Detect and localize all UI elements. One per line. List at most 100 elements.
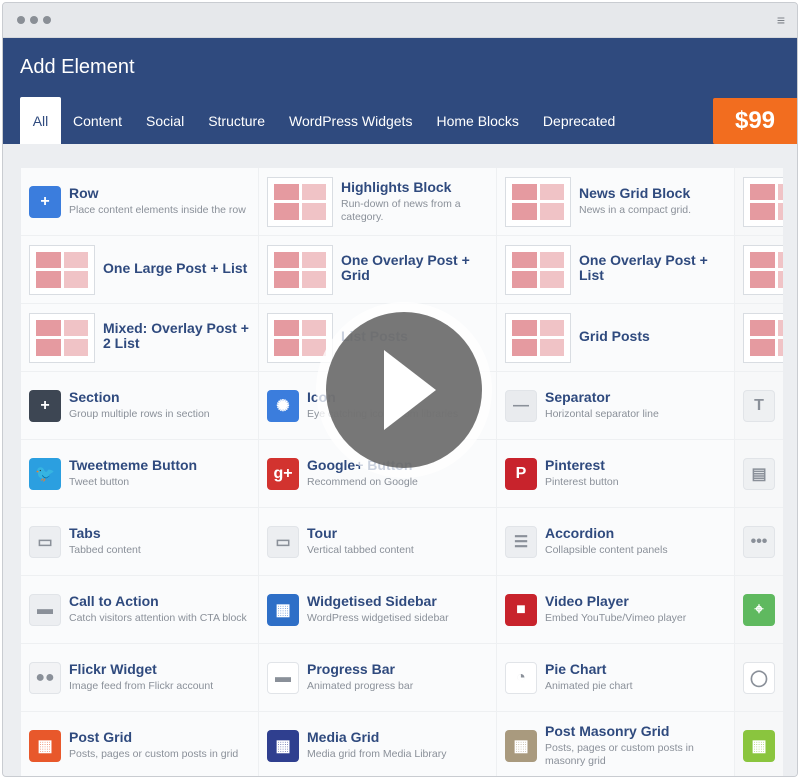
video-play-overlay[interactable] bbox=[316, 302, 492, 478]
price-badge[interactable]: $99 bbox=[713, 98, 797, 144]
window-dot-icon[interactable] bbox=[43, 16, 51, 24]
element-description: Pinterest button bbox=[545, 476, 619, 488]
element-card-text: Accordion Collapsible content panels bbox=[545, 526, 668, 557]
gear-icon: ✺ bbox=[267, 389, 299, 422]
element-card[interactable]: ▤ bbox=[735, 440, 783, 508]
tab-home-blocks[interactable]: Home Blocks bbox=[424, 97, 530, 144]
tab-all[interactable]: All bbox=[20, 97, 61, 144]
widget-icon: ▤ bbox=[743, 457, 775, 490]
element-description: Media grid from Media Library bbox=[307, 748, 447, 760]
element-card[interactable]: + Section Group multiple rows in section bbox=[21, 372, 259, 440]
partial-grid-layout-icon bbox=[743, 312, 783, 363]
element-title: Separator bbox=[545, 389, 611, 405]
element-card[interactable]: ▦ Media Grid Media grid from Media Library bbox=[259, 712, 497, 776]
element-description: Group multiple rows in section bbox=[69, 408, 210, 420]
element-card[interactable]: ▦ Post Grid Posts, pages or custom posts i… bbox=[21, 712, 259, 776]
element-description: Collapsible content panels bbox=[545, 544, 668, 556]
element-card-text: Tabs Tabbed content bbox=[69, 526, 141, 557]
twitter-icon: 🐦 bbox=[29, 457, 61, 490]
sidebar-icon: ▦ bbox=[267, 593, 299, 626]
element-description: Place content elements inside the row bbox=[69, 204, 246, 216]
element-title: Grid Posts bbox=[579, 327, 650, 344]
element-card[interactable]: News Grid Block News in a compact grid. bbox=[497, 168, 735, 236]
grid-posts-layout-icon bbox=[505, 312, 571, 363]
text-icon: T bbox=[743, 389, 775, 422]
element-card[interactable]: ●● Flickr Widget Image feed from Flickr ac… bbox=[21, 644, 259, 712]
slider-icon: ••• bbox=[743, 525, 775, 558]
tab-structure[interactable]: Structure bbox=[196, 97, 277, 144]
element-title: Tabs bbox=[69, 525, 101, 541]
element-card[interactable]: ▦ Post Masonry Grid Posts, pages or custom… bbox=[497, 712, 735, 776]
google-plus-icon: g+ bbox=[267, 457, 299, 490]
element-card[interactable]: ••• bbox=[735, 508, 783, 576]
element-card[interactable]: ☰ Accordion Collapsible content panels bbox=[497, 508, 735, 576]
element-card-text: Pinterest Pinterest button bbox=[545, 458, 619, 489]
donut-icon: ◯ bbox=[743, 661, 775, 694]
section-plus-icon: + bbox=[29, 389, 61, 422]
element-card[interactable]: T bbox=[735, 372, 783, 440]
tab-social[interactable]: Social bbox=[134, 97, 196, 144]
element-description: Embed YouTube/Vimeo player bbox=[545, 612, 687, 624]
element-card[interactable]: Grid Posts bbox=[497, 304, 735, 372]
element-card-text: Progress Bar Animated progress bar bbox=[307, 662, 413, 693]
element-card[interactable]: P Pinterest Pinterest button bbox=[497, 440, 735, 508]
element-card[interactable] bbox=[735, 236, 783, 304]
element-card[interactable] bbox=[735, 168, 783, 236]
window-controls bbox=[17, 16, 51, 24]
hamburger-menu-icon[interactable]: ≡ bbox=[777, 12, 785, 28]
element-title: Mixed: Overlay Post + 2 List bbox=[103, 320, 249, 351]
element-card-text: Tweetmeme Button Tweet button bbox=[69, 458, 197, 489]
element-title: Video Player bbox=[545, 593, 629, 609]
multi-style-layout-icon bbox=[743, 176, 783, 227]
play-icon[interactable] bbox=[326, 312, 482, 468]
element-card[interactable]: ▬ Call to Action Catch visitors attention … bbox=[21, 576, 259, 644]
element-card[interactable] bbox=[735, 304, 783, 372]
element-description: Posts, pages or custom posts in grid bbox=[69, 748, 239, 760]
tab-wordpress-widgets[interactable]: WordPress Widgets bbox=[277, 97, 424, 144]
window-dot-icon[interactable] bbox=[17, 16, 25, 24]
element-card-text: Grid Posts bbox=[579, 327, 650, 347]
element-card[interactable]: ▬ Progress Bar Animated progress bar bbox=[259, 644, 497, 712]
element-card[interactable]: 🐦 Tweetmeme Button Tweet button bbox=[21, 440, 259, 508]
tab-content[interactable]: Content bbox=[61, 97, 134, 144]
element-title: Flickr Widget bbox=[69, 661, 157, 677]
window-dot-icon[interactable] bbox=[30, 16, 38, 24]
element-card[interactable]: ▭ Tour Vertical tabbed content bbox=[259, 508, 497, 576]
element-card[interactable]: ◯ bbox=[735, 644, 783, 712]
accordion-icon: ☰ bbox=[505, 525, 537, 558]
element-card[interactable]: ■ Video Player Embed YouTube/Vimeo player bbox=[497, 576, 735, 644]
page-title: Add Element bbox=[20, 56, 135, 78]
element-card-text: Section Group multiple rows in section bbox=[69, 390, 210, 421]
element-title: Row bbox=[69, 185, 99, 201]
element-card[interactable]: + Row Place content elements inside the ro… bbox=[21, 168, 259, 236]
element-card[interactable]: One Large Post + List bbox=[21, 236, 259, 304]
element-card[interactable]: ▦ bbox=[735, 712, 783, 776]
element-card[interactable]: ◔ Pie Chart Animated pie chart bbox=[497, 644, 735, 712]
element-title: Section bbox=[69, 389, 120, 405]
element-card[interactable]: One Overlay Post + List bbox=[497, 236, 735, 304]
element-title: Widgetised Sidebar bbox=[307, 593, 437, 609]
app-window: ≡ Add Element All Content Social Structu… bbox=[2, 2, 798, 777]
partial-layout-icon bbox=[743, 244, 783, 295]
element-card[interactable]: — Separator Horizontal separator line bbox=[497, 372, 735, 440]
element-title: Accordion bbox=[545, 525, 615, 541]
element-card[interactable]: One Overlay Post + Grid bbox=[259, 236, 497, 304]
element-title: News Grid Block bbox=[579, 185, 691, 201]
element-card-text: Video Player Embed YouTube/Vimeo player bbox=[545, 594, 686, 625]
element-card[interactable]: ▭ Tabs Tabbed content bbox=[21, 508, 259, 576]
media-grid-icon: ▦ bbox=[267, 729, 299, 762]
element-title: Tweetmeme Button bbox=[69, 457, 198, 473]
mixed-overlay-layout-icon bbox=[29, 312, 95, 363]
element-card[interactable]: ▦ Widgetised Sidebar WordPress widgetised … bbox=[259, 576, 497, 644]
separator-icon: — bbox=[505, 389, 537, 422]
element-card-text: One Overlay Post + List bbox=[579, 253, 734, 286]
element-card[interactable]: ⌖ bbox=[735, 576, 783, 644]
overlay-post-layout-icon bbox=[267, 244, 333, 295]
map-icon: ⌖ bbox=[743, 593, 775, 626]
element-card[interactable]: Mixed: Overlay Post + 2 List bbox=[21, 304, 259, 372]
element-card-text: Widgetised Sidebar WordPress widgetised s… bbox=[307, 594, 449, 625]
post-grid-icon: ▦ bbox=[29, 729, 61, 762]
element-title: Pie Chart bbox=[545, 661, 607, 677]
element-card[interactable]: Highlights Block Run-down of news from a … bbox=[259, 168, 497, 236]
tab-deprecated[interactable]: Deprecated bbox=[531, 97, 627, 144]
